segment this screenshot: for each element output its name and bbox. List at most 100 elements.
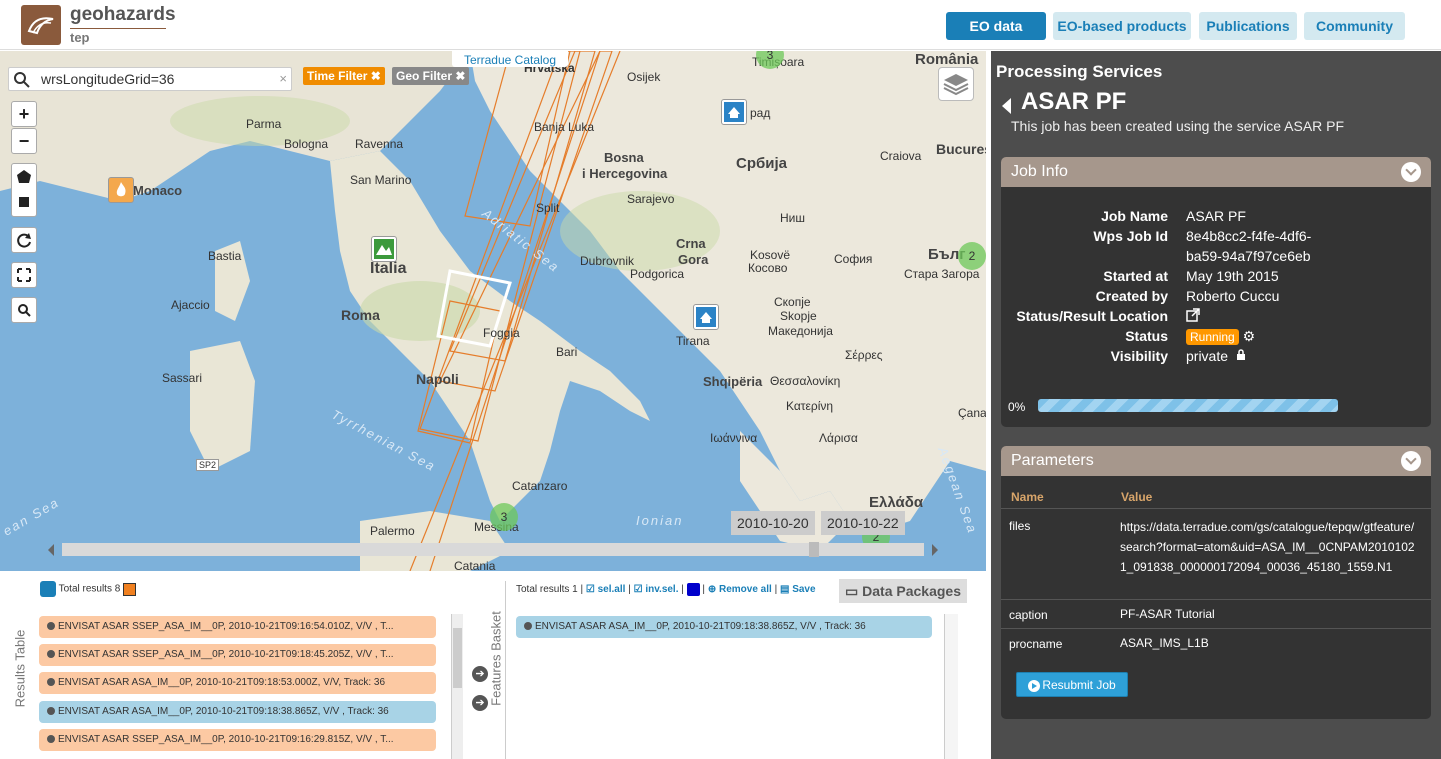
label-tirana: Tirana <box>676 334 710 348</box>
globe-icon <box>524 622 532 631</box>
results-color-swatch[interactable] <box>123 582 137 596</box>
draw-rectangle-icon[interactable] <box>19 197 29 207</box>
nav-eo-data[interactable]: EO data <box>946 12 1046 40</box>
search-input[interactable] <box>41 70 271 88</box>
globe-icon <box>47 678 55 687</box>
status-label: Status <box>1125 328 1168 344</box>
result-row[interactable]: ENVISAT ASAR SSEP_ASA_IM__0P, 2010-10-21… <box>39 729 436 751</box>
result-row[interactable]: ENVISAT ASAR ASA_IM__0P, 2010-10-21T09:1… <box>39 672 436 694</box>
results-table-tab[interactable]: Results Table <box>10 591 28 751</box>
nav-eo-based-products[interactable]: EO-based products <box>1053 12 1191 40</box>
result-row[interactable]: ENVISAT ASAR SSEP_ASA_IM__0P, 2010-10-21… <box>39 616 436 638</box>
label-bosna: Bosna <box>604 150 644 165</box>
header: geohazards tep EO data EO-based products… <box>0 0 1441 50</box>
fullscreen-button[interactable] <box>11 262 37 288</box>
landslide-icon[interactable] <box>371 236 397 262</box>
refresh-button[interactable] <box>11 227 37 253</box>
label-katerini: Κατερίνη <box>786 399 834 413</box>
zoom-out-button[interactable]: − <box>11 128 37 154</box>
label-serres: Σέρρες <box>845 348 883 362</box>
resubmit-job-button[interactable]: Resubmit Job <box>1016 672 1128 697</box>
save-link[interactable]: ▤ Save <box>780 584 816 595</box>
timeline-track[interactable] <box>62 543 924 556</box>
magnify-icon <box>18 304 31 317</box>
layers-button[interactable] <box>938 67 974 101</box>
timeline-right-arrow-icon[interactable] <box>930 540 940 560</box>
panel-divider <box>505 581 506 759</box>
cluster-marker[interactable]: 3 <box>490 503 518 531</box>
param-row: caption PF-ASAR Tutorial <box>1001 599 1431 628</box>
basket-row[interactable]: ENVISAT ASAR ASA_IM__0P, 2010-10-21T09:1… <box>516 616 932 638</box>
back-arrow-icon[interactable] <box>1002 98 1011 114</box>
globe-icon <box>47 650 55 659</box>
results-scrollbar[interactable] <box>451 614 463 759</box>
bottom-panel: Results Table Total results 8 ENVISAT AS… <box>0 571 990 759</box>
basket-scrollbar[interactable] <box>944 614 958 759</box>
label-craiova: Craiova <box>880 149 922 163</box>
label-catanzaro: Catanzaro <box>512 479 568 493</box>
label-skopje: Скопје <box>774 295 811 309</box>
timeline-slider[interactable] <box>46 540 942 560</box>
time-filter-chip[interactable]: Time Filter ✖ <box>303 67 385 85</box>
result-row[interactable]: ENVISAT ASAR SSEP_ASA_IM__0P, 2010-10-21… <box>39 644 436 666</box>
select-all-link[interactable]: ☑ sel.all <box>586 584 626 595</box>
logo-subtitle: tep <box>70 30 90 45</box>
job-name-value: ASAR PF <box>1186 208 1246 224</box>
fire-hazard-icon[interactable] <box>108 177 134 203</box>
zoom-in-button[interactable]: + <box>11 101 37 127</box>
move-to-basket-icon[interactable]: ➔ <box>472 695 488 711</box>
map-search-button[interactable] <box>11 297 37 323</box>
chevron-down-icon[interactable] <box>1401 162 1421 182</box>
visibility-label: Visibility <box>1110 348 1168 364</box>
play-icon <box>1028 679 1041 692</box>
nav-publications[interactable]: Publications <box>1199 12 1297 40</box>
data-packages-button[interactable]: ▭ Data Packages <box>839 579 967 603</box>
external-link-icon[interactable] <box>1186 308 1200 325</box>
nav-community[interactable]: Community <box>1304 12 1405 40</box>
job-info-header[interactable]: Job Info <box>1001 157 1431 187</box>
param-name-header: Name <box>1011 490 1044 504</box>
draw-polygon-icon[interactable] <box>17 170 31 183</box>
globe-icon <box>47 735 55 744</box>
features-basket-tab[interactable]: Features Basket <box>487 591 504 741</box>
logo-divider <box>70 28 166 29</box>
remove-all-link[interactable]: ⊕ Remove all <box>708 584 772 595</box>
param-value: PF-ASAR Tutorial <box>1120 607 1215 621</box>
clear-search-icon[interactable]: × <box>279 71 287 86</box>
visibility-value: private <box>1186 348 1246 364</box>
search-icon[interactable] <box>13 71 31 89</box>
timeline-end-date: 2010-10-22 <box>821 511 905 535</box>
label-bucuresti: Bucures <box>936 141 986 157</box>
add-to-basket-icon[interactable]: ➔ <box>472 666 488 682</box>
flood-icon[interactable] <box>693 304 719 330</box>
basket-color-swatch[interactable] <box>686 583 700 596</box>
label-larisa: Λάρισα <box>819 431 858 445</box>
label-parma: Parma <box>246 117 282 131</box>
wps-job-id-label: Wps Job Id <box>1093 228 1168 244</box>
label-foggia: Foggia <box>483 326 520 340</box>
parameters-header[interactable]: Parameters <box>1001 446 1431 476</box>
geo-filter-chip[interactable]: Geo Filter ✖ <box>392 67 470 85</box>
started-at-label: Started at <box>1103 268 1168 284</box>
param-row: files https://data.terradue.com/gs/catal… <box>1001 508 1431 598</box>
timeline-handle[interactable] <box>809 542 819 557</box>
flood-icon[interactable] <box>721 99 747 125</box>
param-name: procname <box>1009 637 1063 651</box>
invert-selection-link[interactable]: ☑ inv.sel. <box>634 584 679 595</box>
label-bastia: Bastia <box>208 249 242 263</box>
started-at-value: May 19th 2015 <box>1186 268 1279 284</box>
result-row[interactable]: ENVISAT ASAR ASA_IM__0P, 2010-10-21T09:1… <box>39 701 436 723</box>
chevron-down-icon[interactable] <box>1401 451 1421 471</box>
fullscreen-icon <box>17 268 31 282</box>
terradue-catalog-tab[interactable]: Terradue Catalog <box>452 51 568 67</box>
label-crna: Crna <box>676 236 706 251</box>
label-napoli: Napoli <box>416 371 459 387</box>
timeline-left-arrow-icon[interactable] <box>46 540 56 560</box>
logo-icon[interactable] <box>21 5 61 45</box>
timeline-start-date: 2010-10-20 <box>731 511 815 535</box>
cluster-marker[interactable]: 2 <box>958 242 986 270</box>
share-icon[interactable] <box>40 581 56 597</box>
map-view[interactable]: Hrvatska România Osijek Timișoara Banja … <box>0 51 986 571</box>
label-hercegovina: i Hercegovina <box>582 166 668 181</box>
gear-icon[interactable]: ⚙ <box>1243 328 1256 344</box>
